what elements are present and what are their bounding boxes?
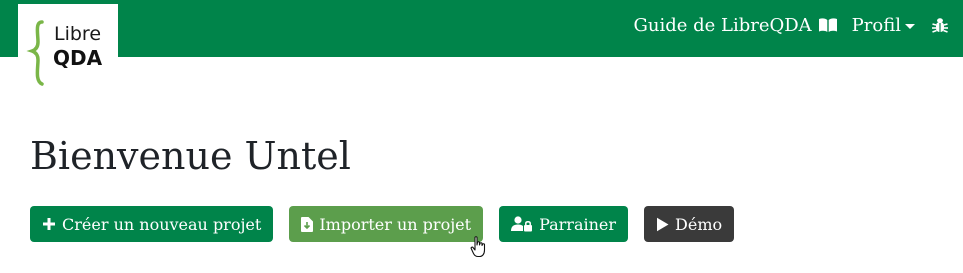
top-navbar: Guide de LibreQDA Profil: [0, 0, 963, 57]
import-project-button[interactable]: Importer un projet: [289, 206, 484, 242]
create-project-label: Créer un nouveau projet: [62, 214, 262, 234]
demo-button[interactable]: Démo: [644, 206, 735, 242]
navbar-links: Guide de LibreQDA Profil: [633, 0, 949, 50]
logo-word-qda: QDA: [53, 46, 103, 70]
bug-icon: [931, 16, 949, 34]
libreqda-logo[interactable]: Libre QDA: [18, 4, 118, 86]
profile-label: Profil: [851, 14, 901, 36]
sponsor-button[interactable]: Parrainer: [499, 206, 629, 242]
hand-pointer-cursor-icon: [470, 236, 488, 262]
logo-brace-icon: [26, 20, 44, 86]
demo-label: Démo: [675, 214, 723, 234]
caret-down-icon: [905, 23, 915, 29]
logo-word-libre: Libre: [54, 23, 102, 45]
page-title: Bienvenue Untel: [30, 134, 351, 178]
file-import-icon: [301, 216, 319, 232]
action-buttons: Créer un nouveau projet Importer un proj…: [30, 206, 750, 242]
play-icon: [656, 217, 675, 232]
book-open-icon: [818, 17, 838, 33]
user-lock-icon: [511, 216, 539, 232]
profile-dropdown[interactable]: Profil: [852, 15, 915, 36]
plus-icon: [42, 217, 62, 231]
create-project-button[interactable]: Créer un nouveau projet: [30, 206, 274, 242]
guide-link-label: Guide de LibreQDA: [633, 14, 812, 36]
guide-link[interactable]: Guide de LibreQDA: [633, 15, 837, 36]
import-project-label: Importer un projet: [319, 214, 472, 234]
sponsor-label: Parrainer: [539, 214, 617, 234]
bug-report-button[interactable]: [931, 16, 949, 34]
